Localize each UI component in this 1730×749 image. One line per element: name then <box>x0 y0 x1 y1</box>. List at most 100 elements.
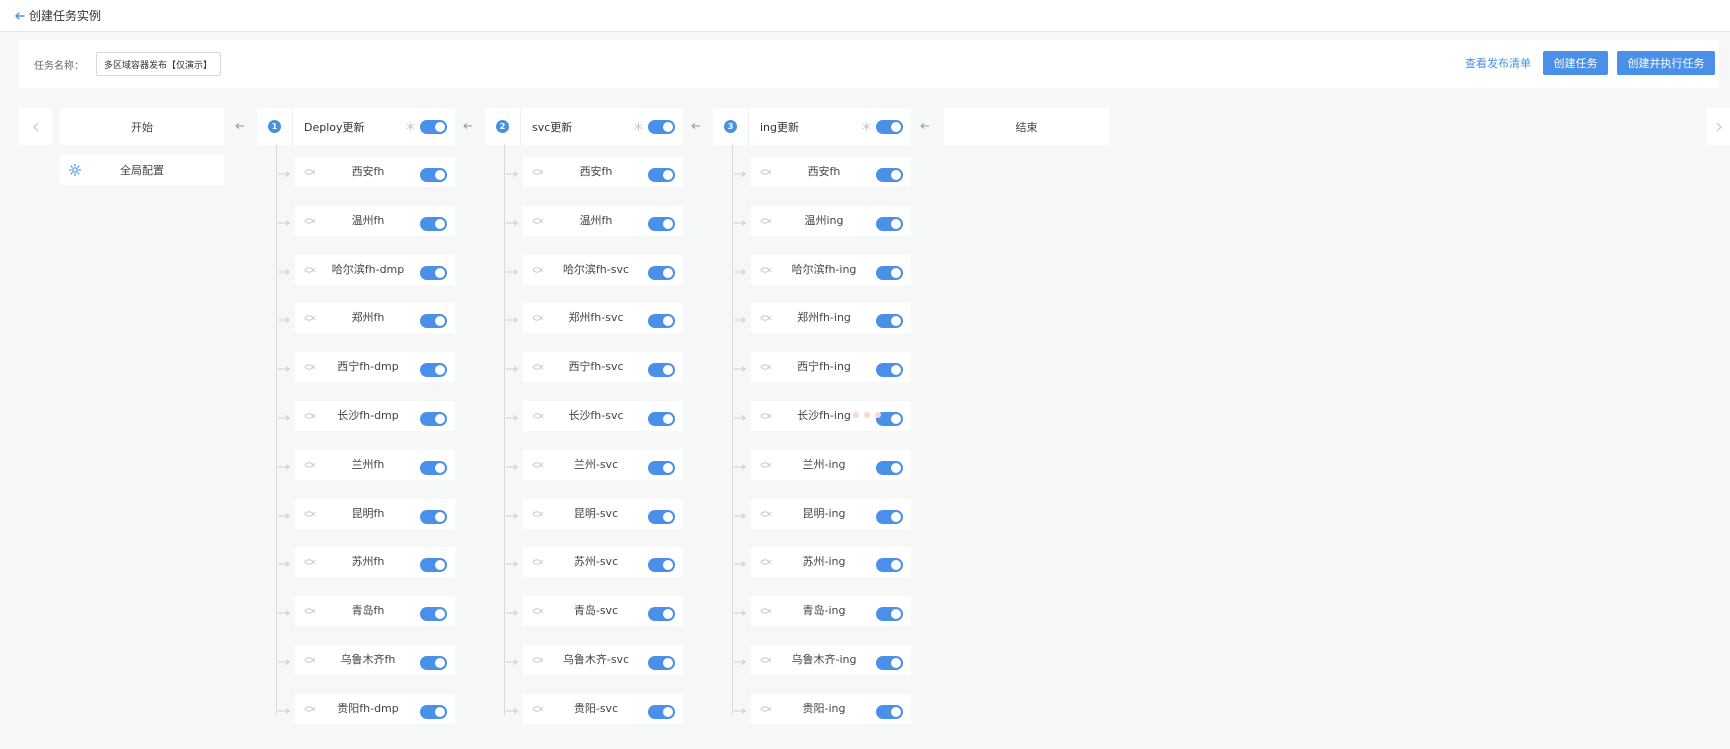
task-card[interactable]: 乌鲁木齐fh <box>295 645 455 675</box>
task-card[interactable]: 长沙fh-svc <box>523 401 683 431</box>
task-enable-toggle[interactable] <box>420 461 447 475</box>
task-enable-toggle[interactable] <box>648 558 675 572</box>
task-enable-toggle[interactable] <box>876 656 903 670</box>
task-enable-toggle[interactable] <box>876 607 903 621</box>
task-enable-toggle[interactable] <box>648 266 675 280</box>
task-enable-toggle[interactable] <box>876 461 903 475</box>
task-enable-toggle[interactable] <box>420 656 447 670</box>
task-connector-arrow <box>734 607 748 616</box>
freeze-icon[interactable] <box>633 121 644 132</box>
task-card[interactable]: 青岛-ing <box>751 596 911 626</box>
scroll-left-button[interactable] <box>19 108 52 145</box>
task-card[interactable]: 青岛fh <box>295 596 455 626</box>
freeze-icon[interactable] <box>861 121 872 132</box>
task-enable-toggle[interactable] <box>648 314 675 328</box>
task-enable-toggle[interactable] <box>648 168 675 182</box>
task-card[interactable]: 西安fh <box>523 157 683 187</box>
task-enable-toggle[interactable] <box>420 558 447 572</box>
task-name: 贵阳fh-dmp <box>337 702 399 715</box>
task-enable-toggle[interactable] <box>876 314 903 328</box>
task-enable-toggle[interactable] <box>420 217 447 231</box>
task-enable-toggle[interactable] <box>876 266 903 280</box>
task-enable-toggle[interactable] <box>420 412 447 426</box>
task-card[interactable]: 乌鲁木齐-ing <box>751 645 911 675</box>
task-card[interactable]: 哈尔滨fh-dmp <box>295 255 455 285</box>
task-name: 贵阳-ing <box>802 702 846 715</box>
task-card[interactable]: 昆明fh <box>295 499 455 529</box>
task-card[interactable]: 郑州fh-ing <box>751 303 911 333</box>
task-enable-toggle[interactable] <box>420 705 447 719</box>
task-enable-toggle[interactable] <box>648 656 675 670</box>
task-card[interactable]: 兰州-svc <box>523 450 683 480</box>
stage-name: ing更新 <box>760 120 800 134</box>
task-card[interactable]: 青岛-svc <box>523 596 683 626</box>
task-enable-toggle[interactable] <box>420 266 447 280</box>
task-card[interactable]: 昆明-ing <box>751 499 911 529</box>
task-enable-toggle[interactable] <box>876 363 903 377</box>
task-enable-toggle[interactable] <box>420 363 447 377</box>
task-card[interactable]: 温州ing <box>751 206 911 236</box>
task-card[interactable]: 西安fh <box>295 157 455 187</box>
task-name: 昆明-ing <box>802 507 846 520</box>
task-card[interactable]: 贵阳-svc <box>523 694 683 724</box>
task-card[interactable]: 西宁fh-ing <box>751 352 911 382</box>
task-enable-toggle[interactable] <box>648 412 675 426</box>
task-card[interactable]: 哈尔滨fh-ing <box>751 255 911 285</box>
container-icon <box>304 706 316 712</box>
task-card[interactable]: 苏州-svc <box>523 547 683 577</box>
task-enable-toggle[interactable] <box>876 168 903 182</box>
task-connector-arrow <box>734 558 748 567</box>
task-card[interactable]: 兰州fh <box>295 450 455 480</box>
task-card[interactable]: 郑州fh-svc <box>523 303 683 333</box>
task-card[interactable]: 哈尔滨fh-svc <box>523 255 683 285</box>
task-card[interactable]: 西宁fh-dmp <box>295 352 455 382</box>
task-card[interactable]: 贵阳fh-dmp <box>295 694 455 724</box>
task-card[interactable]: 温州fh <box>295 206 455 236</box>
task-enable-toggle[interactable] <box>420 607 447 621</box>
task-enable-toggle[interactable] <box>876 558 903 572</box>
stage-enable-toggle[interactable] <box>648 119 675 134</box>
task-name-input[interactable] <box>96 52 221 76</box>
task-enable-toggle[interactable] <box>876 705 903 719</box>
container-icon <box>532 267 544 273</box>
task-enable-toggle[interactable] <box>420 314 447 328</box>
stage-connector-line <box>276 145 277 715</box>
stage-number: 2 <box>485 108 521 145</box>
stage-enable-toggle[interactable] <box>876 119 903 134</box>
task-enable-toggle[interactable] <box>420 168 447 182</box>
task-card[interactable]: 长沙fh-dmp <box>295 401 455 431</box>
task-enable-toggle[interactable] <box>648 607 675 621</box>
task-card[interactable]: 西安fh <box>751 157 911 187</box>
task-card[interactable]: 温州fh <box>523 206 683 236</box>
task-enable-toggle[interactable] <box>648 363 675 377</box>
task-connector-arrow <box>734 266 748 275</box>
task-enable-toggle[interactable] <box>420 510 447 524</box>
task-enable-toggle[interactable] <box>648 461 675 475</box>
freeze-icon[interactable] <box>405 121 416 132</box>
task-card[interactable]: 乌鲁木齐-svc <box>523 645 683 675</box>
scroll-right-button[interactable] <box>1706 108 1730 145</box>
task-card[interactable]: 长沙fh-ing <box>751 401 911 431</box>
global-config-button[interactable]: 全局配置 <box>60 155 224 185</box>
task-card[interactable]: 苏州-ing <box>751 547 911 577</box>
task-name: 西安fh <box>351 165 385 178</box>
task-card[interactable]: 西宁fh-svc <box>523 352 683 382</box>
task-enable-toggle[interactable] <box>876 217 903 231</box>
create-and-run-task-button[interactable]: 创建并执行任务 <box>1617 51 1715 75</box>
task-card[interactable]: 贵阳-ing <box>751 694 911 724</box>
task-enable-toggle[interactable] <box>648 510 675 524</box>
task-card[interactable]: 昆明-svc <box>523 499 683 529</box>
task-connector-arrow <box>734 168 748 177</box>
task-card[interactable]: 苏州fh <box>295 547 455 577</box>
task-enable-toggle[interactable] <box>648 705 675 719</box>
stage-number-badge: 2 <box>496 120 509 133</box>
stage-enable-toggle[interactable] <box>420 119 447 134</box>
task-form-bar: 任务名称： 查看发布清单 创建任务 创建并执行任务 <box>19 40 1719 88</box>
task-enable-toggle[interactable] <box>876 510 903 524</box>
task-card[interactable]: 郑州fh <box>295 303 455 333</box>
create-task-button[interactable]: 创建任务 <box>1543 51 1608 75</box>
task-enable-toggle[interactable] <box>648 217 675 231</box>
task-card[interactable]: 兰州-ing <box>751 450 911 480</box>
back-arrow-icon[interactable] <box>13 9 27 23</box>
view-release-list-link[interactable]: 查看发布清单 <box>1465 55 1531 71</box>
